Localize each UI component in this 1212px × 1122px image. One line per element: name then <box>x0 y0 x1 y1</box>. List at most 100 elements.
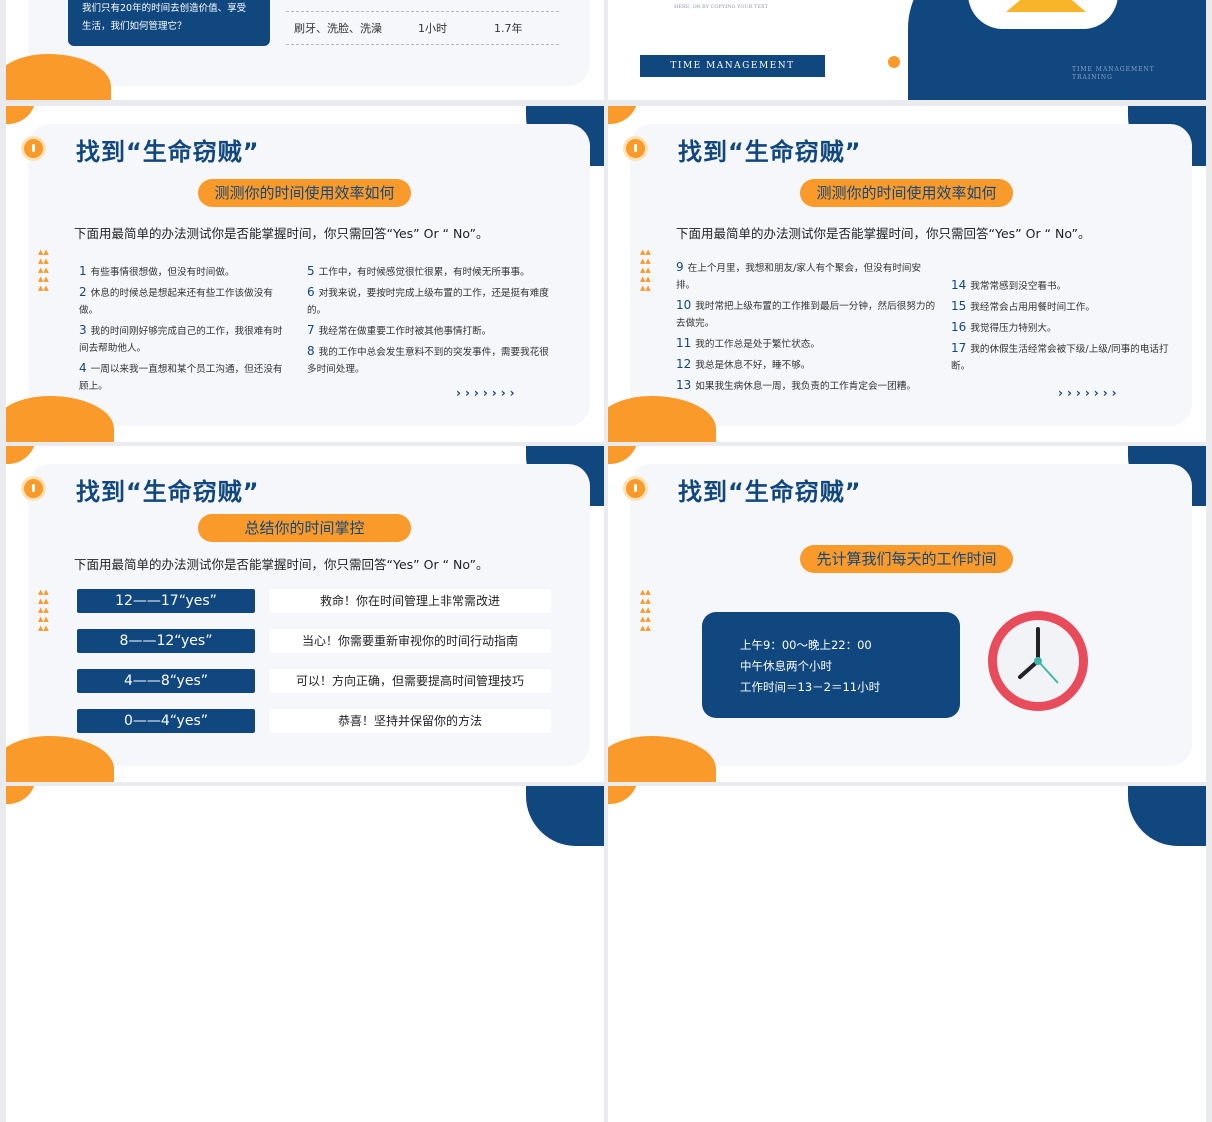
clock-icon <box>623 136 648 161</box>
slide-summary[interactable]: 找到“生命窃贼” 总结你的时间掌控 下面用最简单的办法测试你是否能掌握时间，你只… <box>6 446 604 782</box>
question-number: 16 <box>951 320 967 334</box>
question-item: 10 我时常把上级布置的工作推到最后一分钟，然后很努力的去做完。 <box>676 297 936 332</box>
next-chevrons-icon[interactable]: ››››››› <box>456 386 519 400</box>
slide-efficiency-test-2[interactable]: 找到“生命窃贼” 测测你的时间使用效率如何 下面用最简单的办法测试你是否能掌握时… <box>608 106 1206 442</box>
wall-clock-icon <box>988 611 1088 711</box>
question-item: 16 我觉得压力特别大。 <box>951 319 1176 337</box>
question-list-right: 14 我常常感到没空看书。 15 我经常会占用用餐时间工作。 16 我觉得压力特别大。 17… <box>951 277 1176 378</box>
score-range: 4——8“yes” <box>77 669 255 693</box>
question-number: 1 <box>79 264 87 278</box>
question-number: 11 <box>676 336 692 350</box>
slide-title: 找到“生命窃贼” <box>76 478 260 506</box>
intro-line: 下面用最简单的办法测试你是否能掌握时间，你只需回答“Yes” Or “ No”。 <box>676 226 1091 241</box>
score-result: 可以！方向正确，但需要提高时间管理技巧 <box>269 669 551 693</box>
triangle-decor-icon: ▲▲ ▲▲ ▲▲ ▲▲ ▲▲ <box>640 248 651 292</box>
slide-title: 找到“生命窃贼” <box>678 478 862 506</box>
question-item: 13 如果我生病休息一周，我负责的工作肯定会一团糟。 <box>676 377 936 395</box>
table-row-prev: 小时 <box>416 0 438 2</box>
question-number: 8 <box>307 344 315 358</box>
slide-title: 找到“生命窃贼” <box>678 138 862 166</box>
question-item: 6 对我来说，要按时完成上级布置的工作，还是挺有难度的。 <box>307 284 552 319</box>
question-text: 我的时间刚好够完成自己的工作，我很难有时间去帮助他人。 <box>79 326 283 354</box>
question-text: 我觉得压力特别大。 <box>970 323 1057 334</box>
question-number: 10 <box>676 298 692 312</box>
question-item: 1 有些事情很想做，但没有时间做。 <box>79 263 289 281</box>
question-number: 14 <box>951 278 967 292</box>
question-item: 3 我的时间刚好够完成自己的工作，我很难有时间去帮助他人。 <box>79 322 289 357</box>
decor-orange-corner <box>608 446 638 464</box>
next-chevrons-icon[interactable]: ››››››› <box>1058 386 1121 400</box>
work-time-line: 上午9：00～晚上22：00 <box>740 638 872 652</box>
table-row: 刷牙、洗脸、洗澡 1小时 1.7年 <box>294 20 564 36</box>
slide-bottom-left[interactable] <box>6 786 604 1122</box>
score-result: 救命！你在时间管理上非常需改进 <box>269 589 551 613</box>
question-item: 5 工作中，有时候感觉很忙很累，有时候无所事事。 <box>307 263 552 281</box>
triangle-decor-icon: ▲▲ ▲▲ ▲▲ ▲▲ ▲▲ <box>640 588 651 632</box>
work-time-line: 中午休息两个小时 <box>740 659 832 673</box>
clock-icon <box>21 476 46 501</box>
clock-icon <box>623 476 648 501</box>
text-box-line: 生活，我们如何管理它？ <box>82 21 187 32</box>
text-box-line: 我们只有20年的时间去创造价值、享受 <box>82 3 247 14</box>
score-range: 12——17“yes” <box>77 589 255 613</box>
decor-orange-corner <box>6 106 36 124</box>
question-item: 2 休息的时候总是想起来还有些工作该做没有做。 <box>79 284 289 319</box>
question-number: 6 <box>307 285 315 299</box>
intro-text-box: 我们只有20年的时间去创造价值、享受 生活，我们如何管理它？ <box>68 0 270 46</box>
slide-efficiency-test-1[interactable]: 找到“生命窃贼” 测测你的时间使用效率如何 下面用最简单的办法测试你是否能掌握时… <box>6 106 604 442</box>
slide-title: 找到“生命窃贼” <box>76 138 260 166</box>
question-text: 工作中，有时候感觉很忙很累，有时候无所事事。 <box>318 267 530 278</box>
question-list-right: 5 工作中，有时候感觉很忙很累，有时候无所事事。 6 对我来说，要按时完成上级布置的工… <box>307 263 552 381</box>
slide-top-left[interactable]: 我们只有20年的时间去创造价值、享受 生活，我们如何管理它？ 小时 刷牙、洗脸、… <box>6 0 604 100</box>
work-time-line: 工作时间＝13－2＝11小时 <box>740 680 881 694</box>
slide-work-time[interactable]: 找到“生命窃贼” 先计算我们每天的工作时间 ▲▲ ▲▲ ▲▲ ▲▲ ▲▲ 上午9：00～… <box>608 446 1206 782</box>
decor-orange-corner <box>6 786 36 804</box>
question-number: 2 <box>79 285 87 299</box>
question-text: 我常常感到没空看书。 <box>970 281 1067 292</box>
question-list-left: 1 有些事情很想做，但没有时间做。 2 休息的时候总是想起来还有些工作该做没有做。 3 我… <box>79 263 289 398</box>
question-text: 我经常会占用用餐时间工作。 <box>970 302 1095 313</box>
clock-icon <box>21 136 46 161</box>
score-range: 0——4“yes” <box>77 709 255 733</box>
question-text: 我的工作中总会发生意料不到的突发事件，需要我花很多时间处理。 <box>307 347 549 375</box>
section-pill: 测测你的时间使用效率如何 <box>198 179 411 207</box>
decor-orange-corner <box>608 106 638 124</box>
question-text: 我经常在做重要工作时被其他事情打断。 <box>318 326 492 337</box>
question-text: 有些事情很想做，但没有时间做。 <box>90 267 235 278</box>
question-text: 我的工作总是处于繁忙状态。 <box>695 339 820 350</box>
intro-line: 下面用最简单的办法测试你是否能掌握时间，你只需回答“Yes” Or “ No”。 <box>74 226 489 241</box>
training-button[interactable]: TIME MANAGEMENT TRAINING <box>640 55 825 93</box>
decor-navy-corner <box>1128 786 1206 846</box>
side-text: TIME MANAGEMENT TRAINING <box>1072 66 1155 81</box>
tent-illustration <box>1006 0 1086 12</box>
question-number: 5 <box>307 264 315 278</box>
work-time-box: 上午9：00～晚上22：00 中午休息两个小时 工作时间＝13－2＝11小时 <box>702 612 960 718</box>
table-cell: 刷牙、洗脸、洗澡 <box>294 22 382 35</box>
section-pill: 先计算我们每天的工作时间 <box>800 545 1013 573</box>
question-item: 11 我的工作总是处于繁忙状态。 <box>676 335 936 353</box>
table-cell: 1.7年 <box>494 22 523 35</box>
small-text: HERE, OR BY COPYING YOUR TEXT <box>674 4 768 10</box>
question-number: 17 <box>951 341 967 355</box>
question-item: 4 一周以来我一直想和某个员工沟通，但还没有顾上。 <box>79 360 289 395</box>
slide-bottom-right[interactable] <box>608 786 1206 1122</box>
question-item: 15 我经常会占用用餐时间工作。 <box>951 298 1176 316</box>
question-item: 17 我的休假生活经常会被下级/上级/同事的电话打断。 <box>951 340 1176 375</box>
slide-top-right[interactable]: HERE, OR BY COPYING YOUR TEXT TIME MANAG… <box>608 0 1206 100</box>
question-text: 如果我生病休息一周，我负责的工作肯定会一团糟。 <box>695 381 916 392</box>
decor-orange-corner <box>608 786 638 804</box>
triangle-decor-icon: ▲▲ ▲▲ ▲▲ ▲▲ ▲▲ <box>38 248 49 292</box>
question-text: 我总是休息不好，睡不够。 <box>695 360 811 371</box>
table-divider <box>286 11 559 12</box>
question-list-left: 9 在上个月里，我想和朋友/家人有个聚会，但没有时间安排。 10 我时常把上级布置的工… <box>676 259 936 398</box>
question-text: 休息的时候总是想起来还有些工作该做没有做。 <box>79 288 273 316</box>
score-range: 8——12“yes” <box>77 629 255 653</box>
question-number: 13 <box>676 378 692 392</box>
triangle-decor-icon: ▲▲ ▲▲ ▲▲ ▲▲ ▲▲ <box>38 588 49 632</box>
question-number: 7 <box>307 323 315 337</box>
question-number: 12 <box>676 357 692 371</box>
question-text: 在上个月里，我想和朋友/家人有个聚会，但没有时间安排。 <box>676 263 922 291</box>
question-number: 4 <box>79 361 87 375</box>
score-result: 当心！你需要重新审视你的时间行动指南 <box>269 629 551 653</box>
question-item: 7 我经常在做重要工作时被其他事情打断。 <box>307 322 552 340</box>
